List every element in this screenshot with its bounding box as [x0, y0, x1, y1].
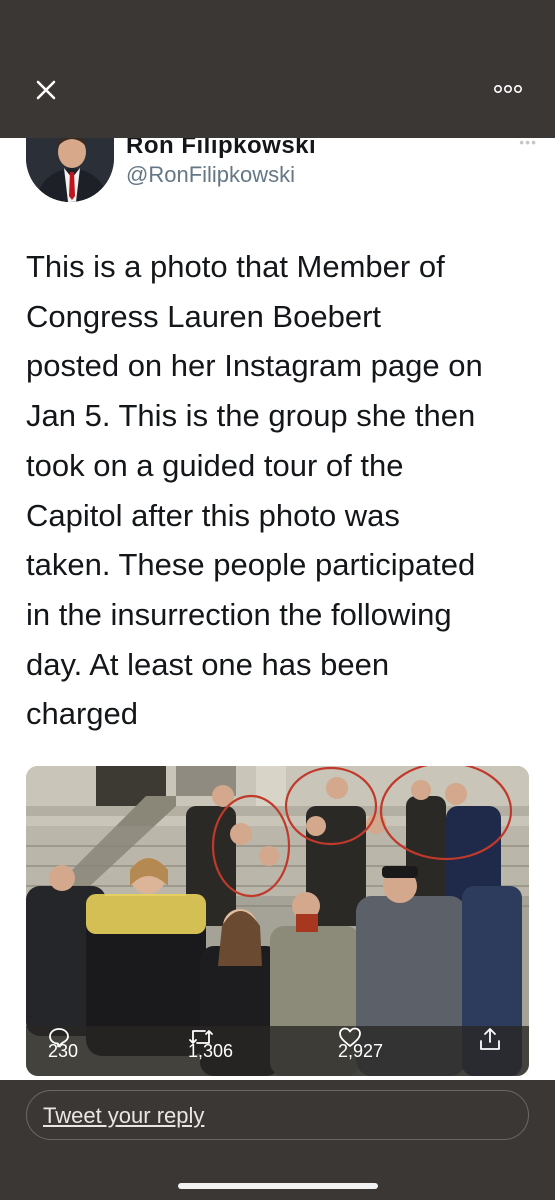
reply-placeholder: Tweet your reply: [43, 1103, 205, 1128]
close-button[interactable]: [30, 74, 62, 106]
tweet-stats-bar: 230 1,306 2,927: [26, 1026, 529, 1076]
retweet-stat[interactable]: 1,306: [188, 1026, 233, 1076]
share-button[interactable]: [478, 1026, 514, 1076]
tweet-photo[interactable]: 230 1,306 2,927: [26, 766, 529, 1076]
reply-bar: Tweet your reply: [0, 1080, 555, 1200]
home-indicator[interactable]: [178, 1183, 378, 1189]
like-stat[interactable]: 2,927: [338, 1026, 383, 1076]
retweet-icon: [189, 1030, 213, 1044]
more-options-button[interactable]: [488, 76, 528, 102]
avatar[interactable]: [26, 138, 114, 202]
author-handle[interactable]: @RonFilipkowski: [126, 162, 295, 188]
more-icon: [493, 84, 522, 94]
reply-input[interactable]: Tweet your reply: [26, 1090, 529, 1140]
close-icon: [36, 80, 56, 100]
share-icon: [480, 1028, 500, 1050]
viewer-top-bar: [0, 0, 555, 138]
reply-icon: [49, 1028, 69, 1048]
tweet-text: This is a photo that Member of Congress …: [26, 249, 483, 732]
author-name[interactable]: Ron Filipkowski: [126, 138, 316, 160]
reply-stat[interactable]: 230: [48, 1026, 78, 1076]
tweet-screenshot: ••• Ron Filipkowski @RonFilipkowski This…: [0, 138, 555, 1080]
tweet-menu-icon: •••: [519, 138, 537, 150]
like-icon: [339, 1027, 361, 1047]
